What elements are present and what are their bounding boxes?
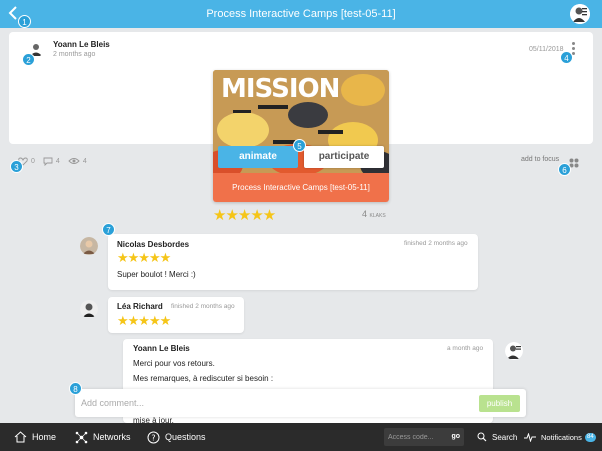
access-code-box: go	[384, 428, 464, 446]
views-count: 4	[82, 157, 87, 165]
step-badge-8: 8	[69, 382, 82, 395]
klaks-label: KLAKS	[369, 213, 386, 219]
nav-questions-label: Questions	[165, 432, 206, 442]
nav-home[interactable]: Home	[14, 423, 56, 451]
comment-avatar-lea[interactable]	[80, 300, 98, 318]
comments-count: 4	[55, 157, 60, 165]
comment-time: a month ago	[447, 345, 484, 352]
comment-rating-stars: ★★★★★	[117, 313, 171, 328]
notifications-count-badge: 84	[584, 432, 596, 442]
network-icon	[75, 431, 88, 443]
comment-time: finished 2 months ago	[404, 240, 468, 247]
top-bar: Process Interactive Camps [test-05-11]	[0, 0, 602, 28]
pulse-icon	[524, 432, 536, 442]
comment-text-line: Merci pour vos retours.	[133, 359, 215, 368]
comments-stat[interactable]: 4	[43, 157, 60, 166]
step-badge-2: 2	[22, 53, 35, 66]
go-button[interactable]: go	[451, 431, 460, 443]
focus-grid-icon[interactable]	[569, 155, 579, 168]
nav-questions[interactable]: ? Questions	[147, 423, 206, 451]
access-code-input[interactable]	[388, 431, 444, 443]
step-badge-6: 6	[558, 163, 571, 176]
add-comment-input[interactable]	[81, 394, 461, 412]
publish-button[interactable]: publish	[479, 395, 520, 412]
question-icon: ?	[147, 431, 160, 443]
participate-button[interactable]: participate	[304, 146, 384, 168]
nav-notifications-label: Notifications	[541, 432, 582, 442]
author-name[interactable]: Yoann Le Bleis	[53, 40, 110, 49]
home-icon	[14, 431, 27, 443]
comment-time: finished 2 months ago	[171, 303, 235, 310]
nav-notifications[interactable]: Notifications 84	[524, 423, 596, 451]
animate-button[interactable]: animate	[218, 146, 298, 168]
step-badge-1: 1	[18, 15, 31, 28]
comment-text-line: Mes remarques, à rediscuter si besoin :	[133, 374, 274, 383]
klaks-number: 4	[362, 209, 368, 219]
post-stats: 0 4 4	[18, 155, 95, 167]
views-stat: 4	[68, 157, 87, 165]
page-title: Process Interactive Camps [test-05-11]	[206, 8, 396, 20]
search-icon	[477, 432, 487, 442]
nav-networks-label: Networks	[93, 432, 131, 442]
nav-home-label: Home	[32, 432, 57, 442]
comment-author[interactable]: Nicolas Desbordes	[117, 240, 189, 249]
mission-image-word: MISSION	[221, 74, 340, 104]
step-badge-3: 3	[10, 160, 23, 173]
post-date: 05/11/2018	[529, 46, 564, 53]
nav-search[interactable]: Search	[477, 423, 517, 451]
user-avatar[interactable]	[570, 4, 590, 24]
step-badge-7: 7	[102, 223, 115, 236]
comment-icon	[43, 157, 53, 166]
nav-networks[interactable]: Networks	[75, 423, 131, 451]
nav-search-label: Search	[492, 432, 518, 442]
comment-rating-stars: ★★★★★	[117, 250, 171, 265]
comment-avatar-yoann[interactable]	[505, 342, 523, 360]
comment-author[interactable]: Yoann Le Bleis	[133, 344, 190, 353]
post-time: 2 months ago	[53, 51, 96, 58]
svg-text:?: ?	[151, 433, 155, 442]
mission-rating-stars: ★★★★★	[213, 207, 276, 224]
comment-avatar-nicolas[interactable]	[80, 237, 98, 255]
step-badge-5: 5	[293, 139, 306, 152]
add-to-focus-link[interactable]: add to focus	[521, 156, 559, 163]
comment-composer: publish	[75, 389, 526, 417]
comment-text: Super boulot ! Merci :)	[117, 270, 196, 279]
mission-card[interactable]: MISSION Process Interactive Camps [test-…	[213, 70, 389, 202]
klaks-count: 4 KLAKS	[362, 209, 386, 219]
mission-title: Process Interactive Camps [test-05-11]	[213, 173, 389, 202]
likes-count: 0	[31, 157, 35, 165]
bottom-nav-bar: Home Networks ? Questions go Search Noti…	[0, 423, 602, 451]
eye-icon	[68, 158, 80, 164]
comment-author[interactable]: Léa Richard	[117, 302, 163, 311]
step-badge-4: 4	[560, 51, 573, 64]
more-vertical-icon[interactable]	[572, 42, 576, 56]
